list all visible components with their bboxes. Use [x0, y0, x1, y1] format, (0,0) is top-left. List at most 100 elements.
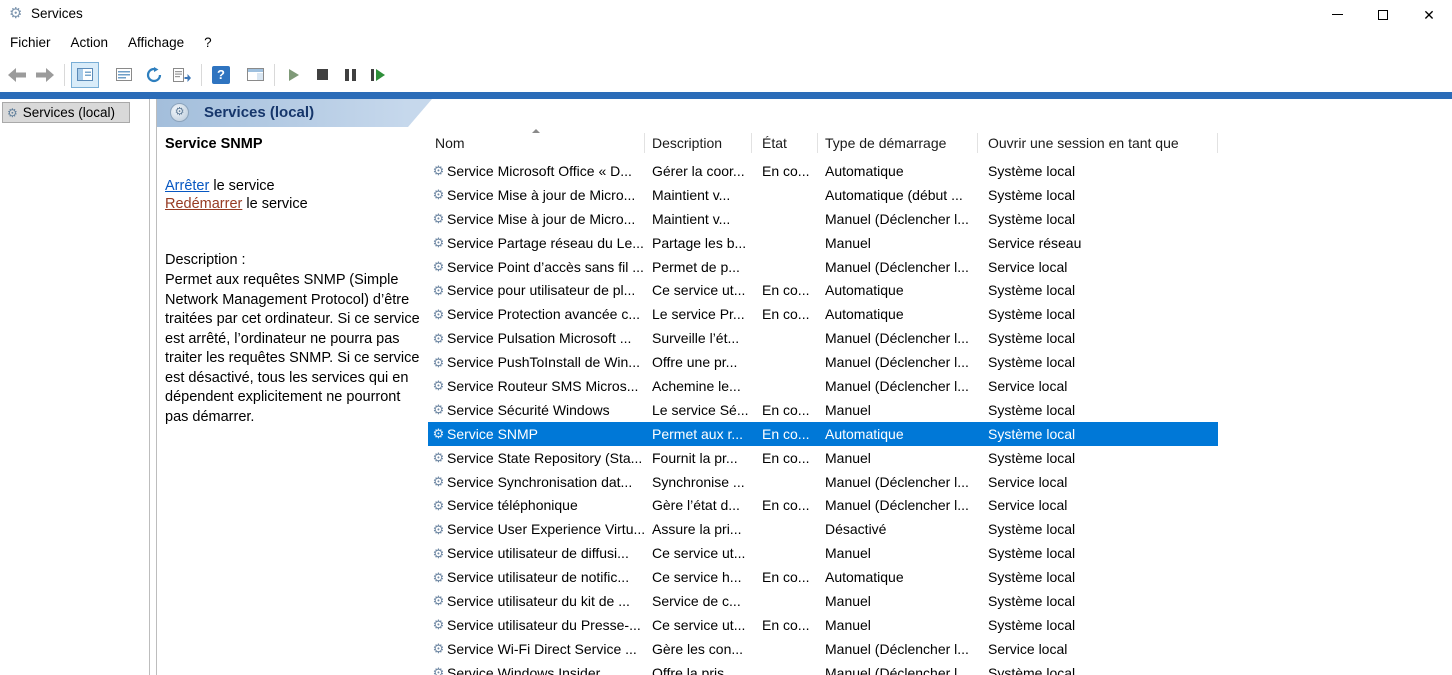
stop-service-button[interactable]: [309, 62, 335, 87]
service-description: Offre la pris...: [645, 665, 752, 675]
service-gear-icon: ⚙: [430, 594, 447, 607]
show-action-pane-icon: [247, 68, 264, 81]
menu-fichier[interactable]: Fichier: [0, 31, 61, 55]
service-row[interactable]: ⚙ Service utilisateur de diffusi... Ce s…: [428, 541, 1218, 565]
service-description: Partage les b...: [645, 235, 752, 251]
refresh-button[interactable]: [141, 62, 167, 87]
service-logon: Système local: [978, 306, 1218, 322]
service-logon: Système local: [978, 426, 1218, 442]
service-row[interactable]: ⚙ Service Wi-Fi Direct Service ... Gère …: [428, 637, 1218, 661]
service-name: Service Protection avancée c...: [447, 306, 640, 322]
show-properties-button[interactable]: [111, 62, 137, 87]
service-name: Service Wi-Fi Direct Service ...: [447, 641, 637, 657]
pause-service-button[interactable]: [337, 62, 363, 87]
service-row[interactable]: ⚙ Service User Experience Virtu... Assur…: [428, 517, 1218, 541]
close-button[interactable]: ✕: [1406, 0, 1452, 29]
tree-item-services-local[interactable]: ⚙ Services (local): [2, 102, 130, 123]
service-row[interactable]: ⚙ Service Sécurité Windows Le service Sé…: [428, 398, 1218, 422]
menu-aide[interactable]: ?: [194, 31, 222, 55]
service-row[interactable]: ⚙ Service Point d’accès sans fil ... Per…: [428, 255, 1218, 279]
service-state: En co...: [752, 497, 818, 513]
service-row[interactable]: ⚙ Service Mise à jour de Micro... Mainti…: [428, 207, 1218, 231]
window-title: Services: [31, 6, 83, 21]
services-app-icon: ⚙: [9, 5, 22, 23]
export-list-button[interactable]: [169, 62, 195, 87]
service-description: Permet de p...: [645, 259, 752, 275]
service-gear-icon: ⚙: [430, 523, 447, 536]
service-row[interactable]: ⚙ Service téléphonique Gère l’état d... …: [428, 493, 1218, 517]
show-action-pane-button[interactable]: [242, 62, 268, 87]
service-startup-type: Manuel (Déclencher l...: [818, 378, 978, 394]
forward-button[interactable]: [32, 62, 58, 87]
service-name: Service Sécurité Windows: [447, 402, 610, 418]
service-row[interactable]: ⚙ Service Synchronisation dat... Synchro…: [428, 470, 1218, 494]
service-row[interactable]: ⚙ Service State Repository (Sta... Fourn…: [428, 446, 1218, 470]
service-startup-type: Manuel: [818, 235, 978, 251]
service-name: Service Microsoft Office « D...: [447, 163, 632, 179]
service-startup-type: Manuel: [818, 617, 978, 633]
column-header-ouvrir-session[interactable]: Ouvrir une session en tant que: [978, 127, 1218, 158]
service-row[interactable]: ⚙ Service Pulsation Microsoft ... Survei…: [428, 326, 1218, 350]
service-name: Service SNMP: [447, 426, 538, 442]
maximize-icon: [1378, 10, 1388, 20]
stop-service-link[interactable]: Arrêter: [165, 178, 209, 194]
service-row[interactable]: ⚙ Service utilisateur du kit de ... Serv…: [428, 589, 1218, 613]
service-row[interactable]: ⚙ Service PushToInstall de Win... Offre …: [428, 350, 1218, 374]
taskpad-header: ⚙ Services (local): [157, 99, 1452, 127]
service-description: Ce service ut...: [645, 545, 752, 561]
service-row[interactable]: ⚙ Service SNMP Permet aux r... En co... …: [428, 422, 1218, 446]
service-row[interactable]: ⚙ Service pour utilisateur de pl... Ce s…: [428, 278, 1218, 302]
show-console-tree-button[interactable]: [71, 62, 99, 88]
service-row[interactable]: ⚙ Service Partage réseau du Le... Partag…: [428, 231, 1218, 255]
service-gear-icon: ⚙: [430, 284, 447, 297]
service-description: Gère les con...: [645, 641, 752, 657]
service-gear-icon: ⚙: [430, 427, 447, 440]
service-gear-icon: ⚙: [430, 475, 447, 488]
menu-affichage[interactable]: Affichage: [118, 31, 194, 55]
maximize-button[interactable]: [1360, 0, 1406, 29]
service-gear-icon: ⚙: [430, 308, 447, 321]
service-logon: Système local: [978, 354, 1218, 370]
service-description: Gérer la coor...: [645, 163, 752, 179]
service-row[interactable]: ⚙ Service Mise à jour de Micro... Mainti…: [428, 183, 1218, 207]
service-logon: Système local: [978, 163, 1218, 179]
service-description: Assure la pri...: [645, 521, 752, 537]
service-row[interactable]: ⚙ Service Windows Insider Offre la pris.…: [428, 661, 1218, 675]
back-icon: [8, 68, 26, 82]
back-button[interactable]: [4, 62, 30, 87]
restart-service-button[interactable]: [365, 62, 391, 87]
service-gear-icon: ⚙: [430, 188, 447, 201]
service-gear-icon: ⚙: [430, 379, 447, 392]
minimize-button[interactable]: [1314, 0, 1360, 29]
description-text: Permet aux requêtes SNMP (Simple Network…: [165, 271, 422, 427]
service-gear-icon: ⚙: [430, 618, 447, 631]
service-gear-icon: ⚙: [430, 236, 447, 249]
service-description: Surveille l’ét...: [645, 330, 752, 346]
service-gear-icon: ⚙: [430, 642, 447, 655]
service-name: Service Mise à jour de Micro...: [447, 187, 635, 203]
column-header-etat[interactable]: État: [752, 127, 818, 158]
service-gear-icon: ⚙: [430, 332, 447, 345]
start-service-button[interactable]: [281, 62, 307, 87]
service-logon: Service local: [978, 474, 1218, 490]
stop-service-icon: [317, 69, 328, 80]
service-row[interactable]: ⚙ Service Routeur SMS Micros... Achemine…: [428, 374, 1218, 398]
restart-service-link[interactable]: Redémarrer: [165, 196, 242, 212]
toolbar-separator: [274, 64, 275, 86]
service-description: Gère l’état d...: [645, 497, 752, 513]
service-description: Ce service ut...: [645, 282, 752, 298]
service-startup-type: Automatique: [818, 282, 978, 298]
service-startup-type: Manuel (Déclencher l...: [818, 665, 978, 675]
column-header-description[interactable]: Description: [645, 127, 752, 158]
service-row[interactable]: ⚙ Service utilisateur du Presse-... Ce s…: [428, 613, 1218, 637]
help-button[interactable]: ?: [208, 62, 234, 87]
service-description: Achemine le...: [645, 378, 752, 394]
service-name: Service PushToInstall de Win...: [447, 354, 640, 370]
service-gear-icon: ⚙: [430, 499, 447, 512]
service-row[interactable]: ⚙ Service Microsoft Office « D... Gérer …: [428, 159, 1218, 183]
service-row[interactable]: ⚙ Service Protection avancée c... Le ser…: [428, 302, 1218, 326]
menu-action[interactable]: Action: [61, 31, 119, 55]
start-service-icon: [288, 68, 300, 82]
column-header-type-demarrage[interactable]: Type de démarrage: [818, 127, 978, 158]
service-row[interactable]: ⚙ Service utilisateur de notific... Ce s…: [428, 565, 1218, 589]
